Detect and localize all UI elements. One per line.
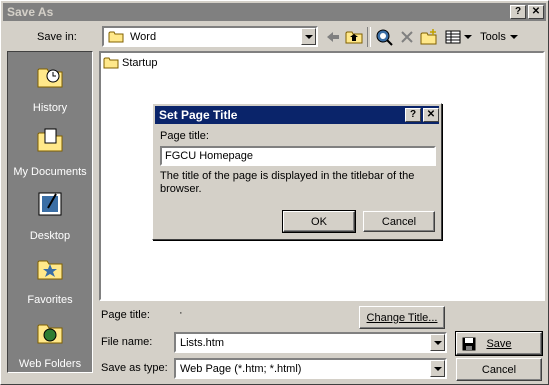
- help-button[interactable]: ?: [510, 5, 526, 19]
- save-in-combo[interactable]: Word: [102, 26, 318, 47]
- dialog-cancel-label: Cancel: [381, 215, 417, 228]
- save-button[interactable]: Save: [455, 331, 543, 356]
- save-as-type-dropdown-button[interactable]: [430, 360, 445, 377]
- up-folder-icon: [345, 31, 363, 44]
- favorites-icon: [37, 260, 63, 280]
- up-folder-button[interactable]: [344, 27, 364, 47]
- cancel-button[interactable]: Cancel: [456, 358, 542, 381]
- cancel-label: Cancel: [481, 363, 517, 376]
- title-bar[interactable]: Save As ? ✕: [3, 3, 546, 21]
- dialog-field-label: Page title:: [160, 130, 209, 142]
- list-item[interactable]: Startup: [103, 56, 157, 69]
- delete-icon: [401, 31, 413, 43]
- chevron-down-icon: [304, 34, 313, 39]
- back-button[interactable]: [323, 27, 343, 47]
- save-in-value: Word: [130, 30, 157, 43]
- file-name-label: File name:: [101, 336, 153, 348]
- place-my-documents[interactable]: My Documents: [8, 122, 92, 184]
- change-title-label: Change Title...: [366, 311, 438, 324]
- views-icon: [445, 30, 460, 44]
- set-page-title-dialog: Set Page Title ? ✕ Page title: FGCU Home…: [152, 103, 442, 240]
- page-title-value: ·: [179, 307, 183, 319]
- page-title-label: Page title:: [101, 309, 150, 321]
- search-web-icon: [376, 29, 393, 46]
- page-title-input[interactable]: FGCU Homepage: [160, 146, 436, 166]
- dialog-help-button[interactable]: ?: [405, 108, 421, 122]
- place-web-folders[interactable]: Web Folders: [8, 314, 92, 376]
- save-as-type-label: Save as type:: [101, 362, 168, 374]
- desktop-icon: [38, 192, 62, 216]
- chevron-down-icon: [433, 366, 442, 371]
- place-label: Web Folders: [18, 358, 82, 370]
- save-as-type-combo[interactable]: Web Page (*.htm; *.html): [174, 358, 447, 379]
- folder-icon: [103, 57, 119, 69]
- window-title: Save As: [7, 5, 54, 19]
- dialog-close-button[interactable]: ✕: [423, 108, 439, 122]
- tools-menu-button[interactable]: Tools: [477, 27, 521, 47]
- save-in-dropdown-button[interactable]: [301, 28, 316, 45]
- save-as-window: Save As ? ✕ Save in: Word Tools History …: [0, 0, 549, 385]
- file-name-dropdown-button[interactable]: [430, 334, 445, 351]
- back-arrow-icon: [327, 32, 339, 42]
- dialog-cancel-button[interactable]: Cancel: [363, 211, 435, 232]
- file-name-value: Lists.htm: [180, 336, 225, 349]
- new-folder-icon: [420, 29, 437, 45]
- chevron-down-icon: [433, 340, 442, 345]
- my-documents-icon: [37, 128, 63, 152]
- ok-button[interactable]: OK: [282, 210, 356, 233]
- place-label: Desktop: [29, 230, 71, 242]
- change-title-button[interactable]: Change Title...: [359, 306, 445, 329]
- dialog-description: The title of the page is displayed in th…: [160, 170, 415, 195]
- ok-label: OK: [311, 215, 327, 228]
- page-title-input-value: FGCU Homepage: [165, 150, 254, 162]
- place-favorites[interactable]: Favorites: [8, 250, 92, 312]
- new-folder-button[interactable]: [419, 27, 439, 47]
- web-folders-icon: [37, 324, 63, 344]
- toolbar-separator: [367, 27, 371, 47]
- folder-icon: [108, 31, 124, 43]
- file-name: Startup: [122, 56, 158, 69]
- tools-label: Tools: [480, 31, 506, 43]
- place-history[interactable]: History: [8, 58, 92, 120]
- floppy-disk-icon: [462, 337, 476, 351]
- history-icon: [37, 68, 63, 88]
- views-button[interactable]: [443, 27, 473, 47]
- dialog-title-bar[interactable]: Set Page Title ? ✕: [155, 106, 439, 124]
- delete-button[interactable]: [397, 27, 417, 47]
- search-web-button[interactable]: [374, 27, 394, 47]
- close-button[interactable]: ✕: [528, 5, 544, 19]
- dialog-title: Set Page Title: [159, 108, 238, 122]
- places-bar: History My Documents Desktop Favorites W…: [7, 51, 93, 373]
- save-in-label: Save in:: [37, 31, 77, 43]
- place-label: My Documents: [13, 166, 87, 178]
- place-desktop[interactable]: Desktop: [8, 186, 92, 248]
- file-name-combo[interactable]: Lists.htm: [174, 332, 447, 353]
- place-label: Favorites: [27, 294, 73, 306]
- save-label: Save: [486, 337, 512, 350]
- place-label: History: [32, 102, 68, 114]
- chevron-down-icon: [463, 35, 472, 39]
- chevron-down-icon: [509, 35, 518, 39]
- save-as-type-value: Web Page (*.htm; *.html): [180, 362, 302, 375]
